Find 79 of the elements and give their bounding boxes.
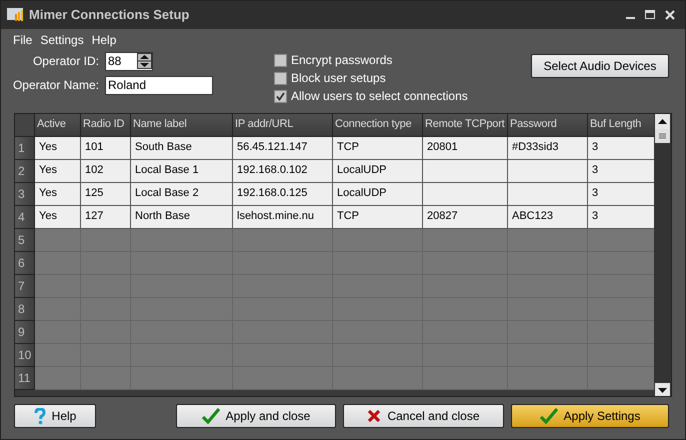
menu-item[interactable]: File (13, 30, 32, 49)
row-number: 5 (15, 228, 35, 252)
table-cell: 20801 (423, 136, 508, 160)
dialog-button[interactable]: Cancel and close (343, 404, 504, 428)
question-mark-icon (34, 408, 46, 425)
table-cell: 127 (81, 206, 131, 229)
checkbox-label[interactable]: Allow users to select connections (291, 87, 468, 106)
checkbox[interactable] (274, 90, 287, 103)
checkmark-icon (540, 408, 558, 424)
column-header[interactable]: IP addr/URL (233, 114, 333, 137)
checkmark-icon (202, 408, 220, 424)
scroll-down-icon[interactable] (655, 382, 670, 396)
column-header[interactable]: Buf Length (588, 114, 654, 137)
table-cell: 192.168.0.125 (233, 182, 333, 206)
table-cell: Yes (35, 160, 81, 183)
table-cell: South Base (131, 136, 233, 160)
table-cell: #D33sid3 (508, 136, 588, 160)
field-label: Operator ID: (32, 53, 100, 70)
table-cell: 102 (81, 160, 131, 183)
checkbox-label[interactable]: Block user setups (291, 69, 386, 88)
table-cell: LocalUDP (333, 160, 423, 183)
dialog-button[interactable]: Apply Settings (511, 404, 669, 428)
menu-item[interactable]: Help (92, 30, 116, 49)
maximize-icon[interactable] (645, 10, 655, 20)
table-cell: ABC123 (508, 206, 588, 229)
cross-icon (367, 409, 382, 424)
table-cell: Local Base 1 (131, 160, 233, 183)
menu-item[interactable]: Settings (40, 30, 84, 49)
column-header[interactable]: Radio ID (81, 114, 131, 137)
row-number: 9 (15, 320, 35, 344)
table-cell: Yes (35, 206, 81, 229)
row-number: 2 (15, 160, 35, 183)
table-cell: TCP (333, 136, 423, 160)
table-cell: 3 (588, 182, 654, 206)
column-header[interactable]: Connection type (333, 114, 423, 137)
operator-id-field[interactable]: 88 (106, 52, 136, 70)
row-number: 11 (15, 366, 35, 390)
column-header[interactable]: Active (35, 114, 81, 137)
table-cell: North Base (131, 206, 233, 229)
row-number: 10 (15, 344, 35, 367)
column-header[interactable]: Name label (131, 114, 233, 137)
table-cell: LocalUDP (333, 182, 423, 206)
row-number: 3 (15, 182, 35, 206)
table-cell: 20827 (423, 206, 508, 229)
row-number: 6 (15, 252, 35, 275)
field-label: Operator Name: (12, 77, 100, 94)
table-cell: 192.168.0.102 (233, 160, 333, 183)
spinner-arrows-icon[interactable] (137, 53, 152, 70)
select-audio-devices-button[interactable]: Select Audio Devices (531, 54, 669, 78)
column-header[interactable]: Remote TCPport (423, 114, 508, 137)
row-number: 1 (15, 136, 35, 160)
table-cell: 3 (588, 206, 654, 229)
dialog-button[interactable]: Help (14, 404, 96, 428)
table-cell: 101 (81, 136, 131, 160)
table-cell: Yes (35, 182, 81, 206)
dialog-button[interactable]: Apply and close (176, 404, 336, 428)
table-cell: Local Base 2 (131, 182, 233, 206)
row-number: 7 (15, 274, 35, 298)
scrollbar[interactable] (654, 114, 671, 396)
row-number: 4 (15, 206, 35, 229)
operator-name-field[interactable]: Roland (105, 76, 213, 95)
table-cell: 56.45.121.147 (233, 136, 333, 160)
operator-id-spinner[interactable]: 88 (105, 52, 153, 71)
table-cell: 125 (81, 182, 131, 206)
scroll-thumb[interactable] (655, 128, 670, 143)
checkbox-label[interactable]: Encrypt passwords (291, 51, 392, 70)
app-icon (7, 8, 23, 22)
checkbox[interactable] (274, 54, 287, 67)
table-cell: lsehost.mine.nu (233, 206, 333, 229)
table-cell: TCP (333, 206, 423, 229)
column-header[interactable]: Password (508, 114, 588, 137)
window-title: Mimer Connections Setup (29, 6, 190, 24)
scroll-up-icon[interactable] (655, 114, 670, 129)
checkbox[interactable] (274, 72, 287, 85)
close-icon[interactable] (665, 10, 675, 20)
row-number: 8 (15, 298, 35, 321)
table-cell: 3 (588, 160, 654, 183)
table-cell: Yes (35, 136, 81, 160)
table-cell: 3 (588, 136, 654, 160)
